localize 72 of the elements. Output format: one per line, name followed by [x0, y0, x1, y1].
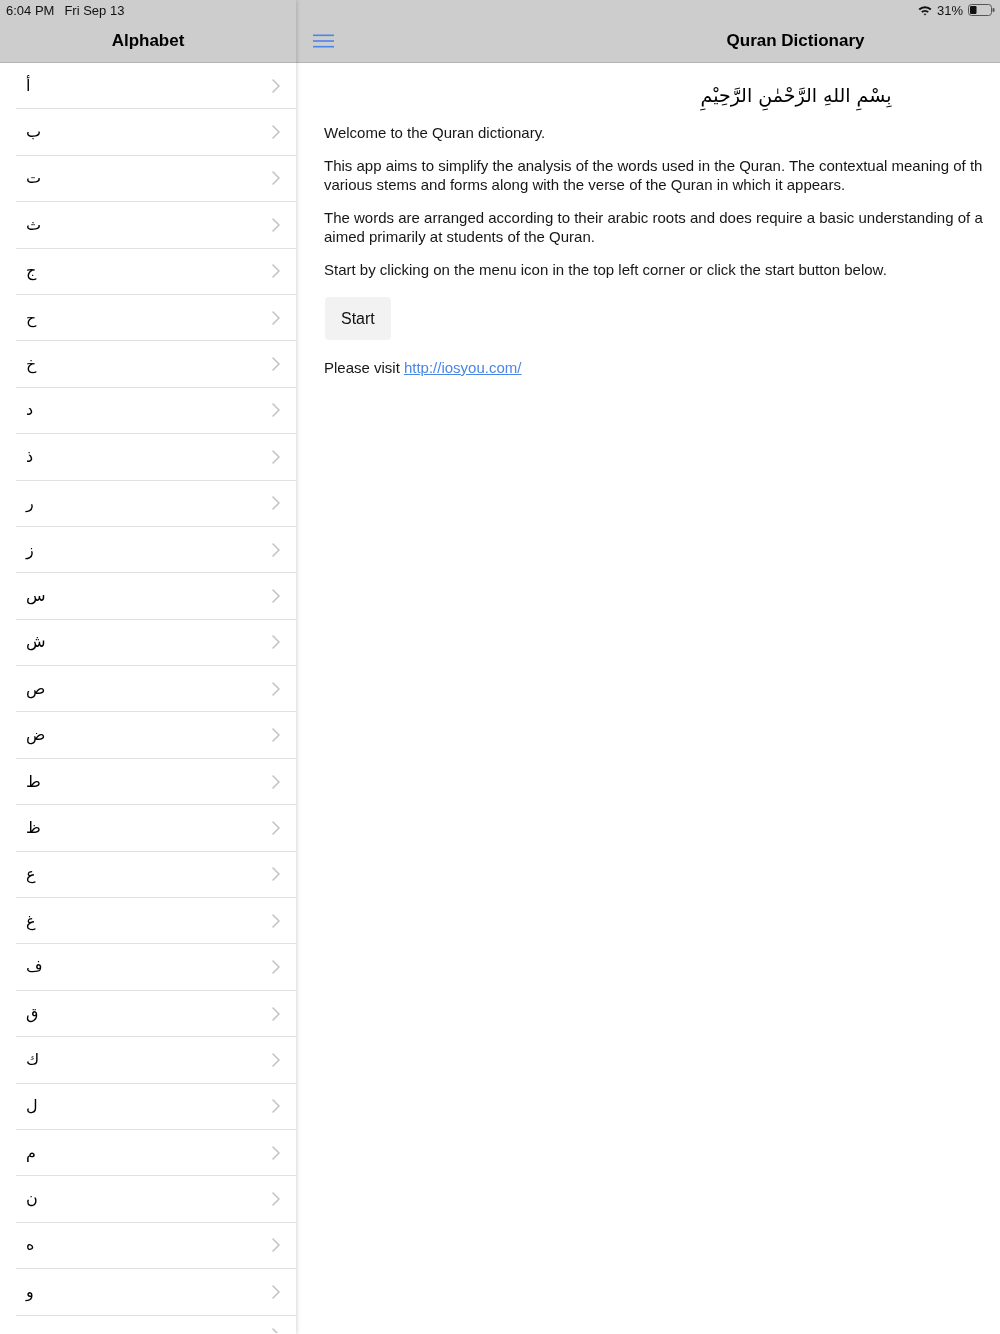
chevron-icon — [272, 728, 280, 743]
chevron-icon — [272, 264, 280, 279]
body-paragraph: The words are arranged according to their arabic roots and does require a basic understanding of a aimed primarily at students of the Quran. — [324, 208, 984, 246]
letter-label: خ — [26, 354, 37, 375]
letter-label: ث — [26, 214, 42, 235]
letter-label: ز — [26, 539, 34, 560]
chevron-icon — [272, 1006, 280, 1021]
battery-percent: 31% — [936, 2, 963, 18]
chevron-icon — [272, 403, 280, 418]
chevron-icon — [272, 310, 280, 325]
body-paragraph: Welcome to the Quran dictionary. — [324, 123, 547, 142]
chevron-icon — [272, 635, 280, 650]
chevron-icon — [272, 1238, 280, 1253]
letter-label: ق — [26, 1003, 39, 1024]
chevron-icon — [272, 867, 280, 882]
chevron-icon — [272, 820, 280, 835]
chevron-icon — [272, 1145, 280, 1160]
letter-label: ن — [26, 1189, 38, 1210]
chevron-icon — [272, 1284, 280, 1299]
battery-icon — [968, 4, 995, 16]
chevron-icon — [272, 589, 280, 603]
menu-icon — [313, 34, 334, 48]
arabic-heading: بِسْمِ اللهِ الرَّحْمٰنِ الرَّحِيْمِ — [700, 81, 892, 109]
letter-label: ج — [26, 261, 37, 282]
chevron-icon — [272, 681, 280, 696]
chevron-icon — [272, 496, 280, 511]
letter-label: غ — [26, 910, 36, 931]
letter-label: ع — [26, 864, 36, 885]
letter-label: س — [26, 586, 46, 606]
website-link[interactable]: http://iosyou.com/ — [403, 358, 522, 377]
chevron-icon — [272, 449, 280, 464]
letter-label: ر — [26, 493, 34, 514]
chevron-icon — [272, 774, 280, 789]
letter-label: ف — [26, 957, 43, 978]
letter-label: أ — [26, 75, 31, 96]
visit-text: Please visit — [324, 358, 400, 377]
letter-label: ت — [26, 168, 42, 189]
letter-label: ش — [26, 632, 46, 653]
status-date: Fri Sep 13 — [64, 2, 125, 18]
letter-label: ظ — [26, 817, 41, 838]
chevron-icon — [272, 357, 280, 372]
chevron-icon — [272, 913, 280, 928]
chevron-icon — [272, 1052, 280, 1067]
start-button[interactable]: Start — [325, 297, 391, 340]
letter-label: ح — [26, 307, 37, 328]
chevron-icon — [272, 171, 280, 186]
letter-label: ط — [26, 771, 41, 792]
chevron-icon — [272, 1192, 280, 1207]
letter-label: و — [26, 1281, 34, 1302]
letter-label: ك — [26, 1049, 40, 1070]
body-paragraph: Start by clicking on the menu icon in the top left corner or click the start button below. — [324, 260, 888, 279]
letter-label: ذ — [26, 446, 34, 467]
chevron-icon — [272, 542, 280, 557]
letter-label: ص — [26, 678, 46, 699]
page-title: Quran Dictionary — [726, 31, 865, 51]
letter-label: م — [26, 1142, 36, 1163]
chevron-icon — [272, 1099, 280, 1114]
status-time: 6:04 PM — [6, 2, 55, 18]
letter-label: د — [26, 400, 34, 421]
chevron-icon — [272, 125, 280, 140]
letter-label: ه — [26, 1235, 35, 1256]
sidebar-title: Alphabet — [111, 31, 185, 51]
letter-label: ض — [26, 725, 46, 746]
body-paragraph: This app aims to simplify the analysis of the words used in the Quran. The contextual meaning of th various stems and forms along with the verse of the Quran in which it appears. — [324, 156, 984, 194]
wifi-icon — [917, 4, 932, 16]
letter-label: ب — [26, 122, 42, 143]
chevron-icon — [272, 960, 280, 975]
chevron-icon — [272, 217, 280, 232]
chevron-icon — [272, 1327, 280, 1333]
chevron-icon — [272, 78, 280, 93]
letter-label: ل — [26, 1096, 38, 1117]
menu-button[interactable] — [313, 34, 334, 48]
